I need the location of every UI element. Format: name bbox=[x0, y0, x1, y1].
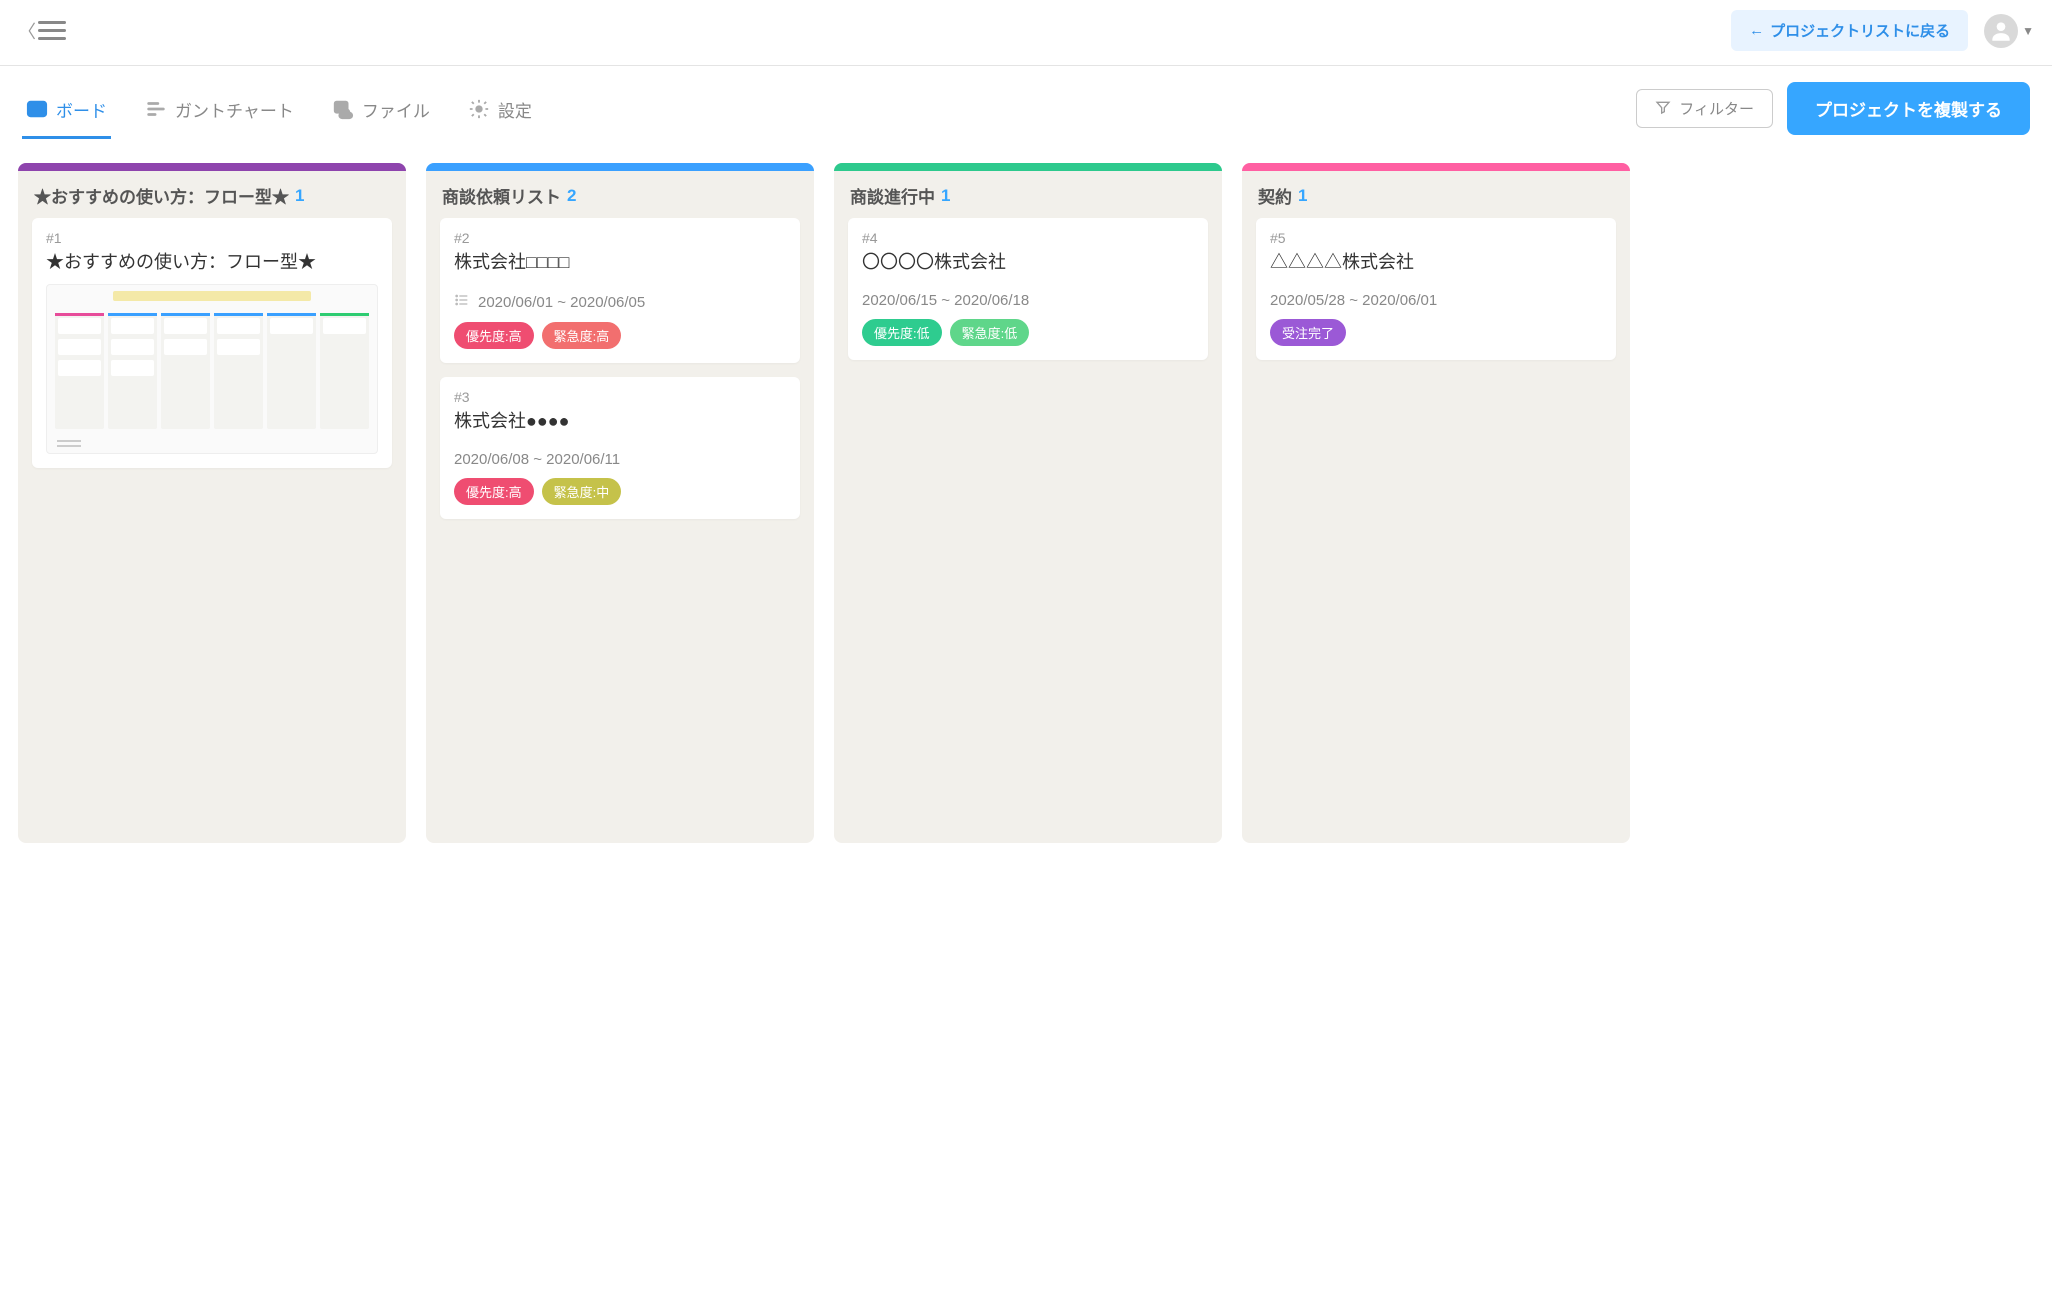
tag: 優先度:高 bbox=[454, 322, 534, 349]
card-tags: 優先度:高緊急度:中 bbox=[454, 478, 786, 505]
board-column[interactable]: 商談依頼リスト 2 #2 株式会社□□□□ 2020/06/01 ~ 2020/06/0… bbox=[426, 163, 814, 843]
column-body: #5 △△△△株式会社 2020/05/28 ~ 2020/06/01 受注完了 bbox=[1242, 218, 1630, 374]
card-tags: 受注完了 bbox=[1270, 319, 1602, 346]
column-title: ★おすすめの使い方：フロー型★ bbox=[34, 183, 289, 208]
tag: 優先度:高 bbox=[454, 478, 534, 505]
card-title: 〇〇〇〇株式会社 bbox=[862, 248, 1194, 274]
tag: 受注完了 bbox=[1270, 319, 1346, 346]
column-stripe bbox=[426, 163, 814, 171]
card-number: #1 bbox=[46, 230, 378, 246]
card-dates: 2020/06/08 ~ 2020/06/11 bbox=[454, 451, 786, 468]
column-header[interactable]: 商談依頼リスト 2 bbox=[426, 171, 814, 218]
card-tags: 優先度:高緊急度:高 bbox=[454, 322, 786, 349]
column-stripe bbox=[18, 163, 406, 171]
avatar-icon bbox=[1984, 14, 2018, 48]
filter-label: フィルター bbox=[1679, 98, 1754, 119]
gantt-icon bbox=[145, 98, 167, 120]
menu-toggle[interactable]: 〈 bbox=[18, 18, 66, 44]
back-label: プロジェクトリストに戻る bbox=[1770, 20, 1950, 41]
board-column[interactable]: 商談進行中 1 #4 〇〇〇〇株式会社 2020/06/15 ~ 2020/06/18 優… bbox=[834, 163, 1222, 843]
file-cloud-icon bbox=[332, 98, 354, 120]
column-header[interactable]: 契約 1 bbox=[1242, 171, 1630, 218]
kanban-card[interactable]: #2 株式会社□□□□ 2020/06/01 ~ 2020/06/05 優先度:高緊急… bbox=[440, 218, 800, 363]
back-to-project-list[interactable]: ← プロジェクトリストに戻る bbox=[1731, 10, 1968, 51]
card-date-range: 2020/06/15 ~ 2020/06/18 bbox=[862, 292, 1029, 309]
hamburger-icon bbox=[38, 21, 66, 40]
card-tags: 優先度:低緊急度:低 bbox=[862, 319, 1194, 346]
card-title: ★おすすめの使い方：フロー型★ bbox=[46, 248, 378, 274]
caret-down-icon: ▼ bbox=[2022, 24, 2034, 38]
column-header[interactable]: 商談進行中 1 bbox=[834, 171, 1222, 218]
column-count: 2 bbox=[567, 186, 576, 206]
card-date-range: 2020/06/01 ~ 2020/06/05 bbox=[478, 294, 645, 311]
card-dates: 2020/06/15 ~ 2020/06/18 bbox=[862, 292, 1194, 309]
filter-icon bbox=[1655, 99, 1671, 119]
card-title: 株式会社●●●● bbox=[454, 407, 786, 433]
tab-label: 設定 bbox=[498, 97, 532, 122]
column-body: #2株式会社□□□□2020/06/01 ~ 2020/06/05優先度:高緊急… bbox=[426, 218, 814, 533]
gear-icon bbox=[468, 98, 490, 120]
column-title: 商談進行中 bbox=[850, 183, 935, 208]
chevron-left-icon: 〈 bbox=[18, 18, 36, 44]
tab-settings[interactable]: 設定 bbox=[464, 89, 536, 139]
card-date-range: 2020/06/08 ~ 2020/06/11 bbox=[454, 451, 620, 468]
duplicate-project-button[interactable]: プロジェクトを複製する bbox=[1787, 82, 2030, 135]
card-number: #4 bbox=[862, 230, 1194, 246]
card-dates: 2020/05/28 ~ 2020/06/01 bbox=[1270, 292, 1602, 309]
card-thumbnail bbox=[46, 284, 378, 454]
tab-label: ファイル bbox=[362, 97, 430, 122]
toolbar: ボード ガントチャート ファイル 設定 フィルター bbox=[0, 66, 2052, 145]
kanban-card[interactable]: #3 株式会社●●●● 2020/06/08 ~ 2020/06/11 優先度:高緊急… bbox=[440, 377, 800, 519]
card-number: #3 bbox=[454, 389, 786, 405]
column-body: #1 ★おすすめの使い方：フロー型★ bbox=[18, 218, 406, 482]
duplicate-label: プロジェクトを複製する bbox=[1815, 101, 2002, 120]
column-title: 契約 bbox=[1258, 183, 1292, 208]
column-stripe bbox=[1242, 163, 1630, 171]
column-header[interactable]: ★おすすめの使い方：フロー型★ 1 bbox=[18, 171, 406, 218]
tab-gantt[interactable]: ガントチャート bbox=[141, 89, 298, 139]
tag: 優先度:低 bbox=[862, 319, 942, 346]
topbar-right: ← プロジェクトリストに戻る ▼ bbox=[1731, 10, 2034, 51]
column-title: 商談依頼リスト bbox=[442, 183, 561, 208]
tag: 緊急度:高 bbox=[542, 322, 622, 349]
board-icon bbox=[26, 98, 48, 120]
tab-label: ボード bbox=[56, 97, 107, 122]
column-count: 1 bbox=[1298, 186, 1307, 206]
card-title: 株式会社□□□□ bbox=[454, 248, 786, 274]
toolbar-actions: フィルター プロジェクトを複製する bbox=[1636, 82, 2030, 145]
column-stripe bbox=[834, 163, 1222, 171]
tag: 緊急度:低 bbox=[950, 319, 1030, 346]
tag: 緊急度:中 bbox=[542, 478, 622, 505]
filter-button[interactable]: フィルター bbox=[1636, 89, 1773, 128]
view-tabs: ボード ガントチャート ファイル 設定 bbox=[22, 89, 536, 139]
card-number: #2 bbox=[454, 230, 786, 246]
topbar: 〈 ← プロジェクトリストに戻る ▼ bbox=[0, 0, 2052, 66]
card-title: △△△△株式会社 bbox=[1270, 248, 1602, 274]
tab-board[interactable]: ボード bbox=[22, 89, 111, 139]
column-body: #4 〇〇〇〇株式会社 2020/06/15 ~ 2020/06/18 優先度:低緊急… bbox=[834, 218, 1222, 374]
kanban-board[interactable]: ★おすすめの使い方：フロー型★ 1 #1 ★おすすめの使い方：フロー型★ 商談依頼リス… bbox=[0, 145, 2052, 861]
board-column[interactable]: 契約 1 #5 △△△△株式会社 2020/05/28 ~ 2020/06/01 受注完了 bbox=[1242, 163, 1630, 843]
card-number: #5 bbox=[1270, 230, 1602, 246]
arrow-left-icon: ← bbox=[1749, 22, 1764, 39]
column-count: 1 bbox=[941, 186, 950, 206]
card-dates: 2020/06/01 ~ 2020/06/05 bbox=[454, 292, 786, 312]
card-date-range: 2020/05/28 ~ 2020/06/01 bbox=[1270, 292, 1437, 309]
tab-file[interactable]: ファイル bbox=[328, 89, 434, 139]
user-menu[interactable]: ▼ bbox=[1984, 14, 2034, 48]
column-count: 1 bbox=[295, 186, 304, 206]
kanban-card[interactable]: #5 △△△△株式会社 2020/05/28 ~ 2020/06/01 受注完了 bbox=[1256, 218, 1616, 360]
kanban-card[interactable]: #4 〇〇〇〇株式会社 2020/06/15 ~ 2020/06/18 優先度:低緊急… bbox=[848, 218, 1208, 360]
kanban-card[interactable]: #1 ★おすすめの使い方：フロー型★ bbox=[32, 218, 392, 468]
list-icon bbox=[454, 292, 470, 312]
board-column[interactable]: ★おすすめの使い方：フロー型★ 1 #1 ★おすすめの使い方：フロー型★ bbox=[18, 163, 406, 843]
tab-label: ガントチャート bbox=[175, 97, 294, 122]
